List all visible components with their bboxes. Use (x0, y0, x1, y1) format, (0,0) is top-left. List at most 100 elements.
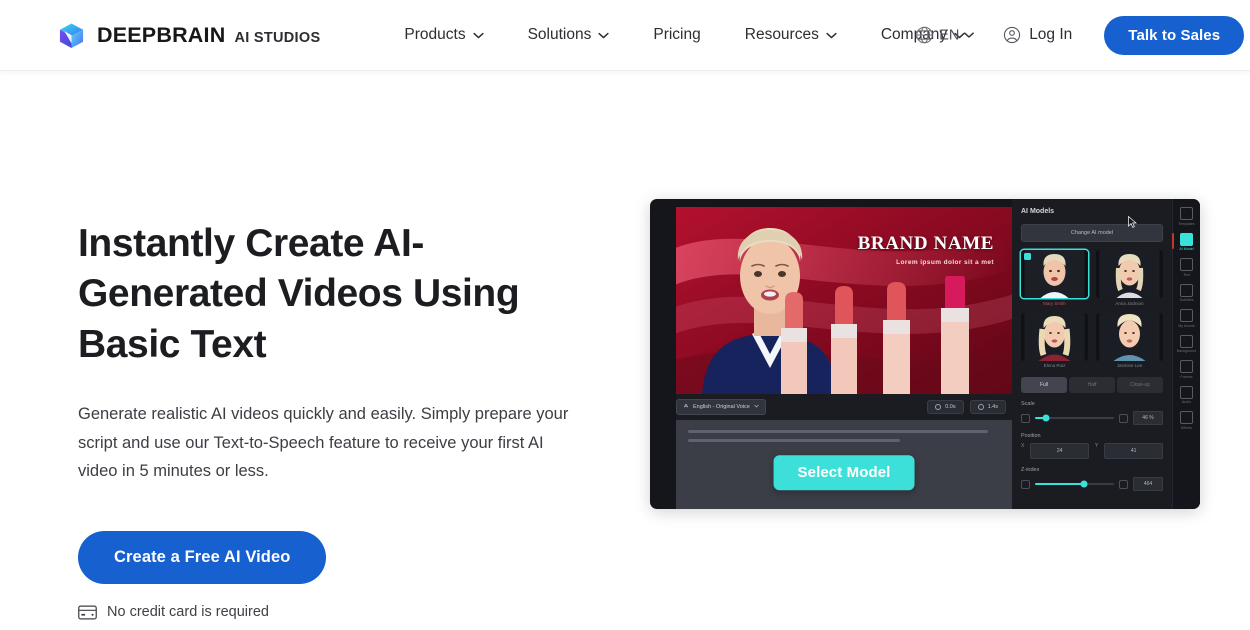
rail-item-effects[interactable]: Effects (1175, 409, 1199, 432)
page-title: Instantly Create AI-Generated Videos Usi… (78, 222, 520, 366)
ai-model-name: Jasmine Lee (1116, 363, 1143, 368)
create-free-ai-video-button[interactable]: Create a Free AI Video (78, 531, 327, 584)
voice-language-label: English - Original Voice (693, 404, 750, 410)
ai-model-name: Mary Smith (1043, 300, 1066, 306)
person-icon (1180, 232, 1193, 246)
position-label: Position (1021, 433, 1041, 439)
nav-item-solutions[interactable]: Solutions (506, 16, 632, 54)
editor-tool-rail: Templates AI Model Text Subtitles My Ass… (1171, 199, 1200, 509)
rail-item-audio[interactable]: Audio (1175, 384, 1199, 407)
effects-icon (1180, 411, 1193, 424)
select-model-button[interactable]: Select Model (773, 454, 915, 490)
ai-model-name: Anna Jackson (1115, 300, 1144, 306)
no-credit-card-label: No credit card is required (107, 604, 269, 620)
change-ai-model-button[interactable]: Change AI model (1021, 224, 1163, 242)
rail-item-ai-model[interactable]: AI Model (1171, 231, 1199, 254)
mouse-cursor-icon (1128, 216, 1137, 228)
script-editor-area[interactable]: Select Model (676, 420, 1012, 509)
login-label: Log In (1029, 26, 1073, 43)
position-control-row: X 24 Y 41 (1021, 443, 1163, 459)
nav-links: Products Solutions Pricing Resources Com… (382, 16, 987, 54)
segment-half[interactable]: Half (1069, 377, 1115, 393)
position-y-input[interactable]: 41 (1104, 443, 1163, 459)
layers-icon (1021, 479, 1030, 489)
language-label: EN (939, 27, 960, 43)
nav-item-label: Pricing (653, 26, 701, 43)
ai-model-card[interactable]: Jasmine Lee (1096, 312, 1163, 368)
subtitle-icon (1180, 283, 1193, 297)
brand-logo[interactable]: DEEPBRAIN AI STUDIOS (58, 22, 320, 49)
script-text-line (688, 439, 901, 442)
duration-label: 0.0s (945, 404, 956, 410)
ai-model-thumbnail (1096, 250, 1163, 298)
product-demo-mockup: BRAND NAME Lorem ipsum dolor sit a met E… (650, 199, 1200, 509)
lipstick-product-image (781, 276, 969, 394)
rail-item-label: Text (1183, 272, 1190, 277)
duration-chip[interactable]: 0.0s (927, 400, 964, 414)
position-x-input[interactable]: 24 (1030, 443, 1089, 459)
rail-item-frames[interactable]: Frames (1175, 358, 1199, 381)
mockup-editor-main: BRAND NAME Lorem ipsum dolor sit a met E… (650, 199, 1012, 509)
segment-closeup[interactable]: Close-up (1117, 377, 1163, 393)
cube-logo-icon (58, 22, 85, 49)
rail-item-background[interactable]: Background (1175, 333, 1199, 356)
ai-model-card[interactable]: Mary Smith (1021, 250, 1088, 306)
script-text-line (688, 430, 988, 433)
scale-control-row: 46 % (1021, 411, 1163, 425)
audio-icon (1180, 385, 1193, 399)
video-toolbar: English - Original Voice 0.0s 1.4s (676, 394, 1012, 420)
clock-icon (977, 404, 984, 410)
login-button[interactable]: Log In (987, 16, 1088, 54)
panel-title: AI Models (1021, 208, 1055, 215)
text-icon (1180, 258, 1193, 271)
lock-icon[interactable] (1119, 413, 1128, 423)
rail-item-label: Background (1176, 349, 1197, 353)
rail-item-label: Frames (1180, 374, 1193, 379)
ai-model-grid: Mary Smith Anna Jackson Elena Ruiz Jasmi… (1021, 250, 1163, 368)
model-crop-segments: Full Half Close-up (1021, 377, 1163, 393)
top-navigation-bar: DEEPBRAIN AI STUDIOS Products Solutions … (0, 0, 1250, 71)
length-chip[interactable]: 1.4s (969, 400, 1006, 414)
ai-model-thumbnail (1096, 312, 1163, 361)
rail-item-label: AI Model (1179, 247, 1194, 251)
frame-icon (1180, 360, 1193, 373)
hero-section: Instantly Create AI-Generated Videos Usi… (0, 71, 1250, 620)
nav-item-label: Solutions (527, 26, 592, 43)
video-preview-stage: BRAND NAME Lorem ipsum dolor sit a met (676, 207, 1012, 394)
user-circle-icon (1003, 26, 1021, 44)
template-icon (1180, 207, 1193, 220)
hero-copy: Instantly Create AI-Generated Videos Usi… (78, 199, 608, 620)
rail-item-text[interactable]: Text (1175, 256, 1199, 279)
nav-item-label: Products (404, 26, 466, 43)
voice-language-chip[interactable]: English - Original Voice (676, 399, 766, 415)
lock-icon[interactable] (1119, 479, 1128, 489)
scale-slider[interactable] (1035, 414, 1114, 422)
credit-card-icon (78, 605, 97, 620)
rail-item-label: Templates (1178, 221, 1195, 226)
ai-model-thumbnail (1021, 250, 1088, 298)
nav-right-group: EN Log In Talk to Sales (916, 15, 1245, 55)
nav-item-pricing[interactable]: Pricing (631, 16, 722, 54)
zindex-slider[interactable] (1035, 480, 1114, 488)
zindex-value[interactable]: 464 (1133, 477, 1163, 491)
rail-item-label: Subtitles (1179, 298, 1194, 302)
clock-icon (935, 404, 942, 410)
voice-icon (683, 403, 689, 411)
nav-item-resources[interactable]: Resources (723, 16, 859, 54)
talk-to-sales-button[interactable]: Talk to Sales (1104, 15, 1245, 55)
nav-item-label: Resources (744, 26, 819, 43)
language-selector[interactable]: EN (915, 26, 975, 45)
ai-model-card[interactable]: Anna Jackson (1096, 250, 1163, 306)
brand-subtitle: AI STUDIOS (234, 29, 321, 46)
segment-full[interactable]: Full (1021, 377, 1067, 393)
rail-item-my-assets[interactable]: My Assets (1175, 307, 1199, 330)
chevron-down-icon (472, 32, 484, 39)
rail-item-templates[interactable]: Templates (1175, 205, 1199, 228)
nav-item-products[interactable]: Products (382, 16, 505, 54)
rail-item-subtitles[interactable]: Subtitles (1175, 282, 1199, 305)
chevron-down-icon (964, 32, 975, 39)
scale-value[interactable]: 46 % (1133, 411, 1163, 425)
background-icon (1180, 334, 1193, 348)
selected-badge-icon (1024, 253, 1031, 260)
ai-model-card[interactable]: Elena Ruiz (1021, 312, 1088, 368)
